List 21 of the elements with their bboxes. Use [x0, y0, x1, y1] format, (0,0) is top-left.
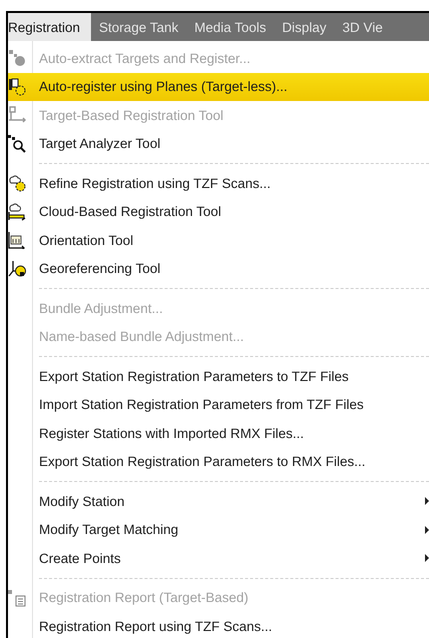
menu-item[interactable]: Create Points [8, 544, 429, 572]
menu-item[interactable]: Register Stations with Imported RMX Files... [8, 419, 429, 448]
menu-item[interactable]: Registration Report using TZF Scans... [8, 612, 429, 638]
menu-item[interactable]: Export Station Registration Parameters to RMX Files... [8, 448, 429, 476]
menu-tab[interactable]: Registration [8, 13, 92, 41]
menu-item[interactable]: Modify Station [8, 487, 429, 516]
menu-item[interactable]: Import Station Registration Parameters from TZF Files [8, 390, 429, 419]
menu-item[interactable]: Refine Registration using TZF Scans... [8, 169, 429, 198]
menu-item[interactable]: Orientation Tool [8, 226, 429, 254]
menu-item[interactable]: Cloud-Based Registration Tool [8, 198, 429, 226]
menu-tab[interactable]: Media Tools [186, 13, 274, 41]
menu-item[interactable]: Auto-register using Planes (Target-less)... [8, 72, 429, 101]
menu-tab[interactable]: 3D Vie [334, 13, 391, 41]
magnifier-icon [8, 134, 26, 153]
menu-item[interactable]: Export Station Registration Parameters to TZF Files [8, 362, 429, 390]
menu-item[interactable]: Modify Target Matching [8, 516, 429, 544]
menu-tab[interactable]: Display [274, 13, 334, 41]
menu-item[interactable]: Target Analyzer Tool [8, 130, 429, 158]
menu-tab[interactable]: Storage Tank [91, 13, 186, 41]
building-axes-icon [8, 231, 26, 250]
menu-item[interactable]: Georeferencing Tool [8, 254, 429, 283]
